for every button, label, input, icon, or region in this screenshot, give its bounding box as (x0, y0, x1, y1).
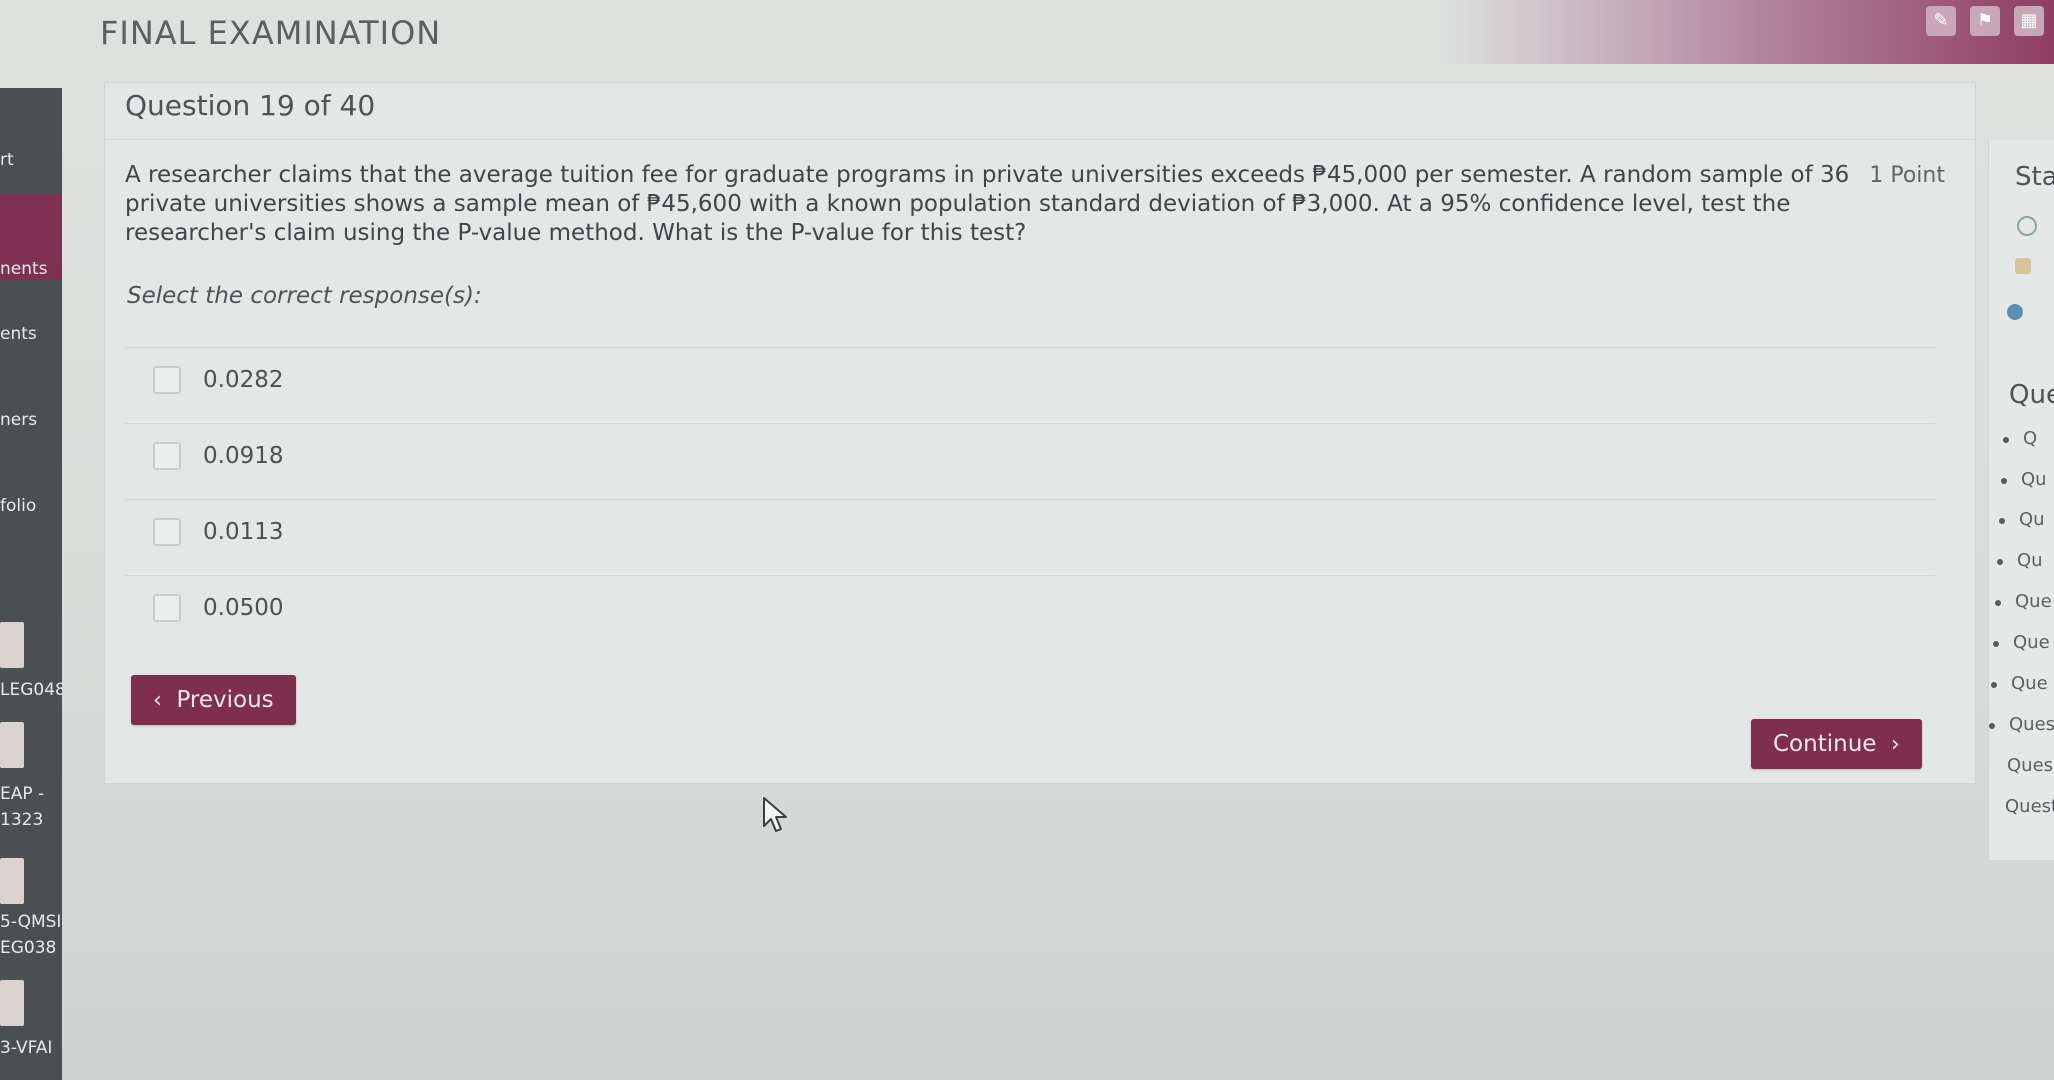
chevron-right-icon: › (1891, 732, 1900, 757)
sidebar-course-4[interactable]: 3-VFAI (0, 1038, 62, 1058)
bullet (1991, 682, 1997, 688)
course-thumbnail[interactable] (0, 722, 24, 768)
option-label: 0.0918 (203, 443, 284, 469)
checkbox[interactable] (153, 366, 181, 394)
continue-label: Continue (1773, 731, 1877, 757)
course-thumbnail[interactable] (0, 622, 24, 668)
course-thumbnail[interactable] (0, 980, 24, 1026)
select-instruction: Select the correct response(s): (127, 283, 482, 309)
sidebar-item-3[interactable]: ents (0, 324, 62, 344)
bullet (2003, 437, 2009, 443)
bullet (1993, 641, 1999, 647)
question-link[interactable]: Que (2011, 673, 2048, 694)
flag-icon[interactable]: ⚑ (1970, 6, 2000, 36)
checkbox[interactable] (153, 518, 181, 546)
sidebar-item-1[interactable]: rt (0, 150, 62, 170)
sidebar-item-4[interactable]: ners (0, 410, 62, 430)
previous-button[interactable]: ‹ Previous (131, 675, 296, 725)
question-link-current[interactable]: Quest (2005, 796, 2054, 817)
sidebar-item-2[interactable]: nents (0, 194, 62, 280)
answer-option[interactable]: 0.0113 (125, 499, 1935, 564)
bullet (2001, 478, 2007, 484)
course-thumbnail[interactable] (0, 858, 24, 904)
clock-icon (2017, 216, 2037, 236)
page: FINAL EXAMINATION ✎ ⚑ ▦ rt nents ents ne… (0, 0, 2054, 1080)
answer-option[interactable]: 0.0500 (125, 575, 1935, 640)
question-link[interactable]: Qu (2017, 550, 2043, 571)
question-link[interactable]: Que (2013, 632, 2050, 653)
question-link[interactable]: Que (2015, 591, 2052, 612)
mouse-cursor-icon (763, 797, 787, 832)
question-link[interactable]: Ques (2007, 755, 2053, 776)
status-title: Sta (2015, 162, 2054, 192)
right-panel: Sta Ques Q Qu Qu Qu Que Que Que Ques Que… (1988, 140, 2054, 860)
sidebar-course-3[interactable]: 5-QMSI (0, 912, 62, 932)
sidebar-course-2[interactable]: EAP - (0, 784, 62, 804)
checkbox[interactable] (153, 442, 181, 470)
answer-option[interactable]: 0.0282 (125, 347, 1935, 412)
checkbox[interactable] (153, 594, 181, 622)
questions-title: Ques (2009, 380, 2054, 410)
option-label: 0.0113 (203, 519, 284, 545)
continue-button[interactable]: Continue › (1751, 719, 1922, 769)
top-icons: ✎ ⚑ ▦ (1926, 6, 2044, 36)
question-link[interactable]: Qu (2019, 509, 2045, 530)
answer-option[interactable]: 0.0918 (125, 423, 1935, 488)
left-sidebar: rt nents ents ners folio LEG048 EAP - 13… (0, 88, 62, 1080)
chevron-left-icon: ‹ (153, 688, 162, 713)
top-bar: FINAL EXAMINATION ✎ ⚑ ▦ (0, 0, 2054, 64)
question-text: A researcher claims that the average tui… (125, 162, 1850, 246)
divider (105, 139, 1975, 140)
previous-label: Previous (176, 687, 274, 713)
notes-icon[interactable]: ✎ (1926, 6, 1956, 36)
question-link[interactable]: Ques (2009, 714, 2054, 735)
question-link[interactable]: Qu (2021, 469, 2047, 490)
bullet (1995, 600, 2001, 606)
sidebar-course-2-code[interactable]: 1323 (0, 810, 62, 830)
sidebar-course-1[interactable]: LEG048 (0, 680, 62, 700)
info-icon (2007, 304, 2023, 320)
exam-title: FINAL EXAMINATION (100, 14, 442, 52)
flag-status-icon (2015, 258, 2031, 274)
option-label: 0.0500 (203, 595, 284, 621)
question-link[interactable]: Q (2023, 428, 2037, 449)
bullet (1999, 518, 2005, 524)
question-card: Question 19 of 40 A researcher claims th… (104, 82, 1976, 784)
bullet (1989, 723, 1995, 729)
sidebar-item-5[interactable]: folio (0, 496, 62, 516)
bullet (1997, 559, 2003, 565)
calculator-icon[interactable]: ▦ (2014, 6, 2044, 36)
option-label: 0.0282 (203, 367, 284, 393)
question-number: Question 19 of 40 (125, 89, 376, 122)
points-label: 1 Point (1869, 163, 1945, 188)
sidebar-course-3-code[interactable]: EG038 (0, 938, 62, 958)
